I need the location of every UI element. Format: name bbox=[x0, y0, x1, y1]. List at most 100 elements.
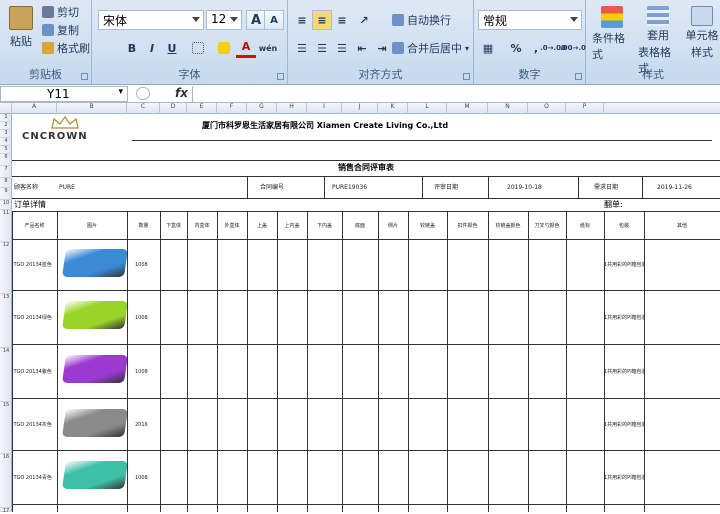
paste-button[interactable]: 粘贴 bbox=[6, 6, 36, 49]
sheet-grid[interactable]: CNCROWN 厦门市科罗恩生活家居有限公司 Xiamen Create Livi… bbox=[12, 114, 720, 512]
font-name-combo[interactable]: 宋体 bbox=[98, 10, 204, 30]
border-button[interactable] bbox=[188, 38, 208, 58]
row-header-16[interactable]: 16 bbox=[0, 454, 12, 508]
column-header-P[interactable]: P bbox=[566, 103, 604, 114]
align-left-button[interactable]: ☰ bbox=[292, 38, 312, 58]
column-header-O[interactable]: O bbox=[528, 103, 566, 114]
font-size-combo[interactable]: 12 bbox=[206, 10, 242, 30]
grid-line bbox=[528, 211, 529, 512]
wrap-text-button[interactable]: 自动换行 bbox=[392, 12, 451, 28]
decrease-decimal-button[interactable]: .00→.0 bbox=[560, 38, 586, 58]
underline-button[interactable]: U bbox=[162, 38, 182, 58]
chevron-down-icon[interactable]: ▾ bbox=[465, 44, 469, 53]
column-header-G[interactable]: G bbox=[247, 103, 277, 114]
row-header-15[interactable]: 15 bbox=[0, 402, 12, 454]
table-header-cell: 底面 bbox=[354, 223, 365, 229]
alignment-launcher[interactable] bbox=[463, 73, 470, 80]
customer-label: 顾客名称 bbox=[14, 184, 39, 191]
shrink-font-button[interactable]: A bbox=[264, 10, 284, 30]
column-header-A[interactable]: A bbox=[12, 103, 57, 114]
select-all-corner[interactable] bbox=[0, 103, 12, 114]
row-header-3[interactable]: 3 bbox=[0, 130, 12, 138]
align-bottom-button[interactable]: ≡ bbox=[332, 10, 352, 30]
chevron-down-icon[interactable] bbox=[570, 17, 578, 22]
row-header-8[interactable]: 8 bbox=[0, 178, 12, 188]
row-header-9[interactable]: 9 bbox=[0, 188, 12, 200]
conditional-format-icon bbox=[601, 6, 623, 28]
table-header-cell: 上内盖 bbox=[284, 223, 300, 229]
percent-button[interactable]: % bbox=[506, 38, 526, 58]
cut-button[interactable]: 剪切 bbox=[42, 4, 79, 20]
fx-icon[interactable]: fx bbox=[175, 86, 188, 100]
column-header-H[interactable]: H bbox=[277, 103, 307, 114]
column-header-J[interactable]: J bbox=[342, 103, 378, 114]
decrease-indent-button[interactable]: ⇤ bbox=[352, 38, 372, 58]
font-color-button[interactable]: A bbox=[236, 38, 256, 58]
row-header-13[interactable]: 13 bbox=[0, 294, 12, 348]
column-header-B[interactable]: B bbox=[57, 103, 127, 114]
align-middle-button[interactable]: ≡ bbox=[312, 10, 332, 30]
bold-button[interactable]: B bbox=[122, 38, 142, 58]
row-header-14[interactable]: 14 bbox=[0, 348, 12, 402]
orientation-button[interactable]: ↗ bbox=[354, 10, 374, 30]
row-header-5[interactable]: 5 bbox=[0, 146, 12, 154]
column-header-K[interactable]: K bbox=[378, 103, 408, 114]
cell-styles-button[interactable]: 单元格 样式 bbox=[682, 6, 720, 60]
align-center-button[interactable]: ☰ bbox=[312, 38, 332, 58]
row-header-7[interactable]: 7 bbox=[0, 166, 12, 178]
column-header-M[interactable]: M bbox=[447, 103, 488, 114]
increase-indent-button[interactable]: ⇥ bbox=[372, 38, 392, 58]
italic-button[interactable]: I bbox=[142, 38, 162, 58]
product-image bbox=[62, 461, 128, 489]
function-wizard-circle[interactable] bbox=[136, 87, 150, 100]
name-box[interactable]: Y11 ▾ bbox=[0, 86, 128, 102]
indent-icon: ⇥ bbox=[377, 41, 387, 55]
column-header-L[interactable]: L bbox=[408, 103, 447, 114]
row-header-10[interactable]: 10 bbox=[0, 200, 12, 210]
table-header-cell: 下盒体 bbox=[165, 223, 181, 229]
quantity-cell: 1008 bbox=[135, 475, 148, 481]
copy-button[interactable]: 复制 bbox=[42, 22, 79, 38]
grid-line bbox=[12, 160, 720, 161]
clipboard-group: 粘贴 剪切 复制 格式刷 剪贴板 bbox=[0, 0, 92, 84]
table-header-cell: 刀叉勺颜色 bbox=[534, 223, 560, 229]
row-header-17[interactable]: 17 bbox=[0, 508, 12, 514]
row-header-bar: 1 2 3 4 5 6 7 8 9 10 11 12 13 14 15 16 17 bbox=[0, 114, 12, 514]
column-header-N[interactable]: N bbox=[488, 103, 528, 114]
conditional-format-button[interactable]: 条件格式 bbox=[592, 6, 632, 62]
grow-font-button[interactable]: A bbox=[246, 10, 266, 30]
row-header-11[interactable]: 11 bbox=[0, 210, 12, 242]
clipboard-launcher[interactable] bbox=[81, 73, 88, 80]
font-launcher[interactable] bbox=[277, 73, 284, 80]
number-launcher[interactable] bbox=[575, 73, 582, 80]
column-header-I[interactable]: I bbox=[307, 103, 342, 114]
chevron-down-icon[interactable] bbox=[230, 17, 238, 22]
ribbon: 粘贴 剪切 复制 格式刷 剪贴板 宋体 12 A A B I U A wén 字… bbox=[0, 0, 720, 85]
fill-color-button[interactable] bbox=[214, 38, 234, 58]
row-header-6[interactable]: 6 bbox=[0, 154, 12, 166]
formula-input[interactable] bbox=[192, 86, 718, 102]
grid-line bbox=[57, 211, 58, 512]
align-top-button[interactable]: ≡ bbox=[292, 10, 312, 30]
comma-label: , bbox=[533, 41, 539, 55]
column-header-E[interactable]: E bbox=[187, 103, 217, 114]
format-painter-button[interactable]: 格式刷 bbox=[42, 40, 90, 56]
grid-line bbox=[604, 211, 605, 512]
row-header-12[interactable]: 12 bbox=[0, 242, 12, 294]
chevron-down-icon[interactable]: ▾ bbox=[118, 87, 123, 97]
grow-font-label: A bbox=[250, 12, 262, 28]
row-header-1[interactable]: 1 bbox=[0, 114, 12, 122]
merge-center-button[interactable]: 合并后居中 ▾ bbox=[392, 40, 469, 56]
phonetic-button[interactable]: wén bbox=[258, 38, 278, 58]
row-header-2[interactable]: 2 bbox=[0, 122, 12, 130]
number-format-combo[interactable]: 常规 bbox=[478, 10, 582, 30]
align-right-button[interactable]: ☰ bbox=[332, 38, 352, 58]
quantity-cell: 1008 bbox=[135, 315, 148, 321]
column-header-F[interactable]: F bbox=[217, 103, 247, 114]
grid-line bbox=[642, 176, 643, 198]
column-header-C[interactable]: C bbox=[127, 103, 160, 114]
row-header-4[interactable]: 4 bbox=[0, 138, 12, 146]
column-header-D[interactable]: D bbox=[160, 103, 187, 114]
chevron-down-icon[interactable] bbox=[192, 17, 200, 22]
accounting-button[interactable]: ▦ bbox=[478, 38, 498, 58]
